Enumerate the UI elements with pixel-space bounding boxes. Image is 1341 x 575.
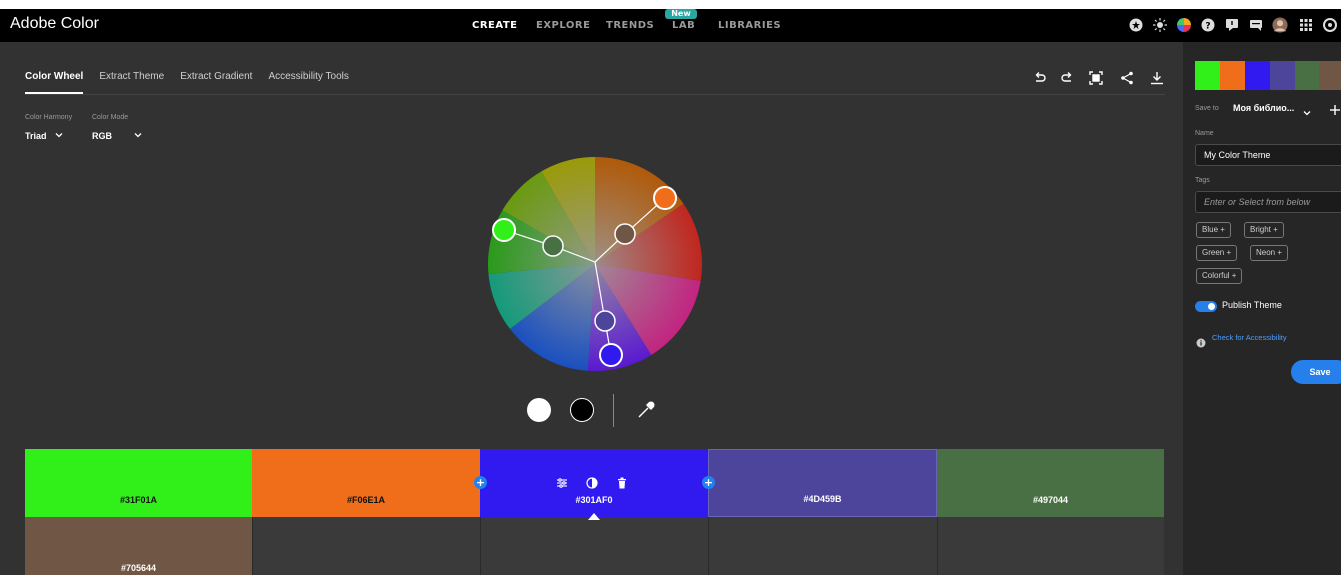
mini-swatch (1319, 61, 1341, 90)
swatch-2[interactable]: #F06E1A (252, 449, 480, 517)
tab-accessibility-tools[interactable]: Accessibility Tools (268, 71, 348, 82)
save-button[interactable]: Save (1291, 360, 1341, 384)
swatch-4[interactable]: #4D459B (708, 449, 937, 517)
publish-toggle[interactable] (1195, 301, 1217, 312)
app-header: Adobe Color CREATE EXPLORE TRENDS New LA… (0, 9, 1341, 42)
swatch-hex[interactable]: #497044 (1033, 495, 1068, 505)
swatch-hex[interactable]: #F06E1A (347, 495, 385, 505)
color-wheel[interactable] (486, 155, 704, 373)
tab-color-wheel[interactable]: Color Wheel (25, 71, 84, 94)
add-library-icon[interactable] (1329, 101, 1341, 120)
publish-label: Publish Theme (1222, 300, 1282, 310)
nav-trends[interactable]: TRENDS (606, 20, 654, 31)
tag-green[interactable]: Green + (1196, 245, 1238, 261)
swatch-hex[interactable]: #31F01A (120, 495, 157, 505)
color-mode-label: Color Mode (92, 114, 129, 121)
avatar[interactable] (1272, 17, 1288, 33)
chevron-down-icon[interactable] (133, 130, 143, 143)
tags-input[interactable]: Enter or Select from below (1195, 191, 1341, 213)
contrast-icon[interactable] (586, 474, 598, 493)
empty-slot (708, 517, 937, 575)
white-color-button[interactable] (527, 398, 551, 422)
mini-swatch (1270, 61, 1295, 90)
creative-cloud-icon[interactable] (1322, 17, 1338, 33)
svg-text:?: ? (1205, 22, 1210, 32)
library-select[interactable]: Моя библио... (1233, 103, 1294, 113)
chevron-down-icon[interactable] (54, 130, 64, 143)
tag-blue[interactable]: Blue + (1196, 222, 1231, 238)
swatch-1[interactable]: #31F01A (25, 449, 252, 517)
browser-strip (0, 0, 1341, 9)
undo-icon[interactable] (1033, 70, 1047, 84)
chat-icon[interactable] (1248, 17, 1264, 33)
share-icon[interactable] (1120, 70, 1134, 85)
divider (613, 394, 614, 427)
mini-swatch (1295, 61, 1319, 90)
name-label: Name (1195, 130, 1214, 137)
trash-icon[interactable] (616, 474, 628, 493)
selected-indicator-icon (587, 506, 601, 525)
empty-slot (252, 517, 480, 575)
download-icon[interactable] (1150, 70, 1164, 85)
star-icon[interactable] (1128, 17, 1144, 33)
swatch-hex[interactable]: #301AF0 (575, 495, 612, 505)
color-harmony-label: Color Harmony (25, 114, 73, 121)
eyedropper-icon[interactable] (636, 400, 656, 420)
color-mode-select[interactable]: RGB (92, 131, 112, 141)
redo-icon[interactable] (1060, 70, 1074, 84)
save-to-label: Save to (1195, 105, 1219, 112)
add-swatch-button[interactable]: + (702, 476, 715, 489)
black-color-button[interactable] (570, 398, 594, 422)
color-harmony-select[interactable]: Triad (25, 131, 47, 141)
swatch-5[interactable]: #497044 (937, 449, 1164, 517)
nav-libraries[interactable]: LIBRARIES (718, 20, 781, 31)
apps-grid-icon[interactable] (1298, 17, 1314, 33)
swatch-hex[interactable]: #705644 (121, 563, 156, 573)
add-swatch-button[interactable]: + (474, 476, 487, 489)
color-wheel-icon[interactable] (1176, 17, 1192, 33)
tag-bright[interactable]: Bright + (1244, 222, 1284, 238)
swatch-6[interactable]: #705644 (25, 517, 252, 575)
mini-swatch (1245, 61, 1270, 90)
theme-name-input[interactable]: My Color Theme (1195, 144, 1341, 166)
new-badge: New (665, 9, 697, 19)
tab-extract-theme[interactable]: Extract Theme (99, 71, 164, 82)
nav-explore[interactable]: EXPLORE (536, 20, 590, 31)
chevron-down-icon[interactable] (1302, 103, 1312, 122)
adjust-icon[interactable] (556, 474, 568, 493)
swatch-tools (556, 474, 628, 493)
nav-create[interactable]: CREATE (472, 20, 518, 31)
mini-swatch (1220, 61, 1245, 90)
empty-slot (937, 517, 1164, 575)
help-icon[interactable]: ? (1200, 17, 1216, 33)
mode-tabs: Color Wheel Extract Theme Extract Gradie… (25, 71, 349, 94)
check-accessibility-link[interactable]: Check for Accessibility (1212, 333, 1287, 342)
app-title[interactable]: Adobe Color (10, 15, 99, 33)
mini-swatch (1195, 61, 1220, 90)
tab-divider (25, 94, 1165, 95)
feedback-icon[interactable] (1224, 17, 1240, 33)
info-icon (1196, 333, 1206, 352)
tab-extract-gradient[interactable]: Extract Gradient (180, 71, 252, 82)
swatch-hex[interactable]: #4D459B (803, 494, 841, 504)
empty-slot (480, 517, 708, 575)
sun-icon[interactable] (1152, 17, 1168, 33)
tag-neon[interactable]: Neon + (1250, 245, 1289, 261)
tag-colorful[interactable]: Colorful + (1196, 268, 1243, 284)
nav-lab[interactable]: LAB (672, 20, 695, 31)
tags-label: Tags (1195, 177, 1210, 184)
fullscreen-icon[interactable] (1089, 70, 1103, 85)
